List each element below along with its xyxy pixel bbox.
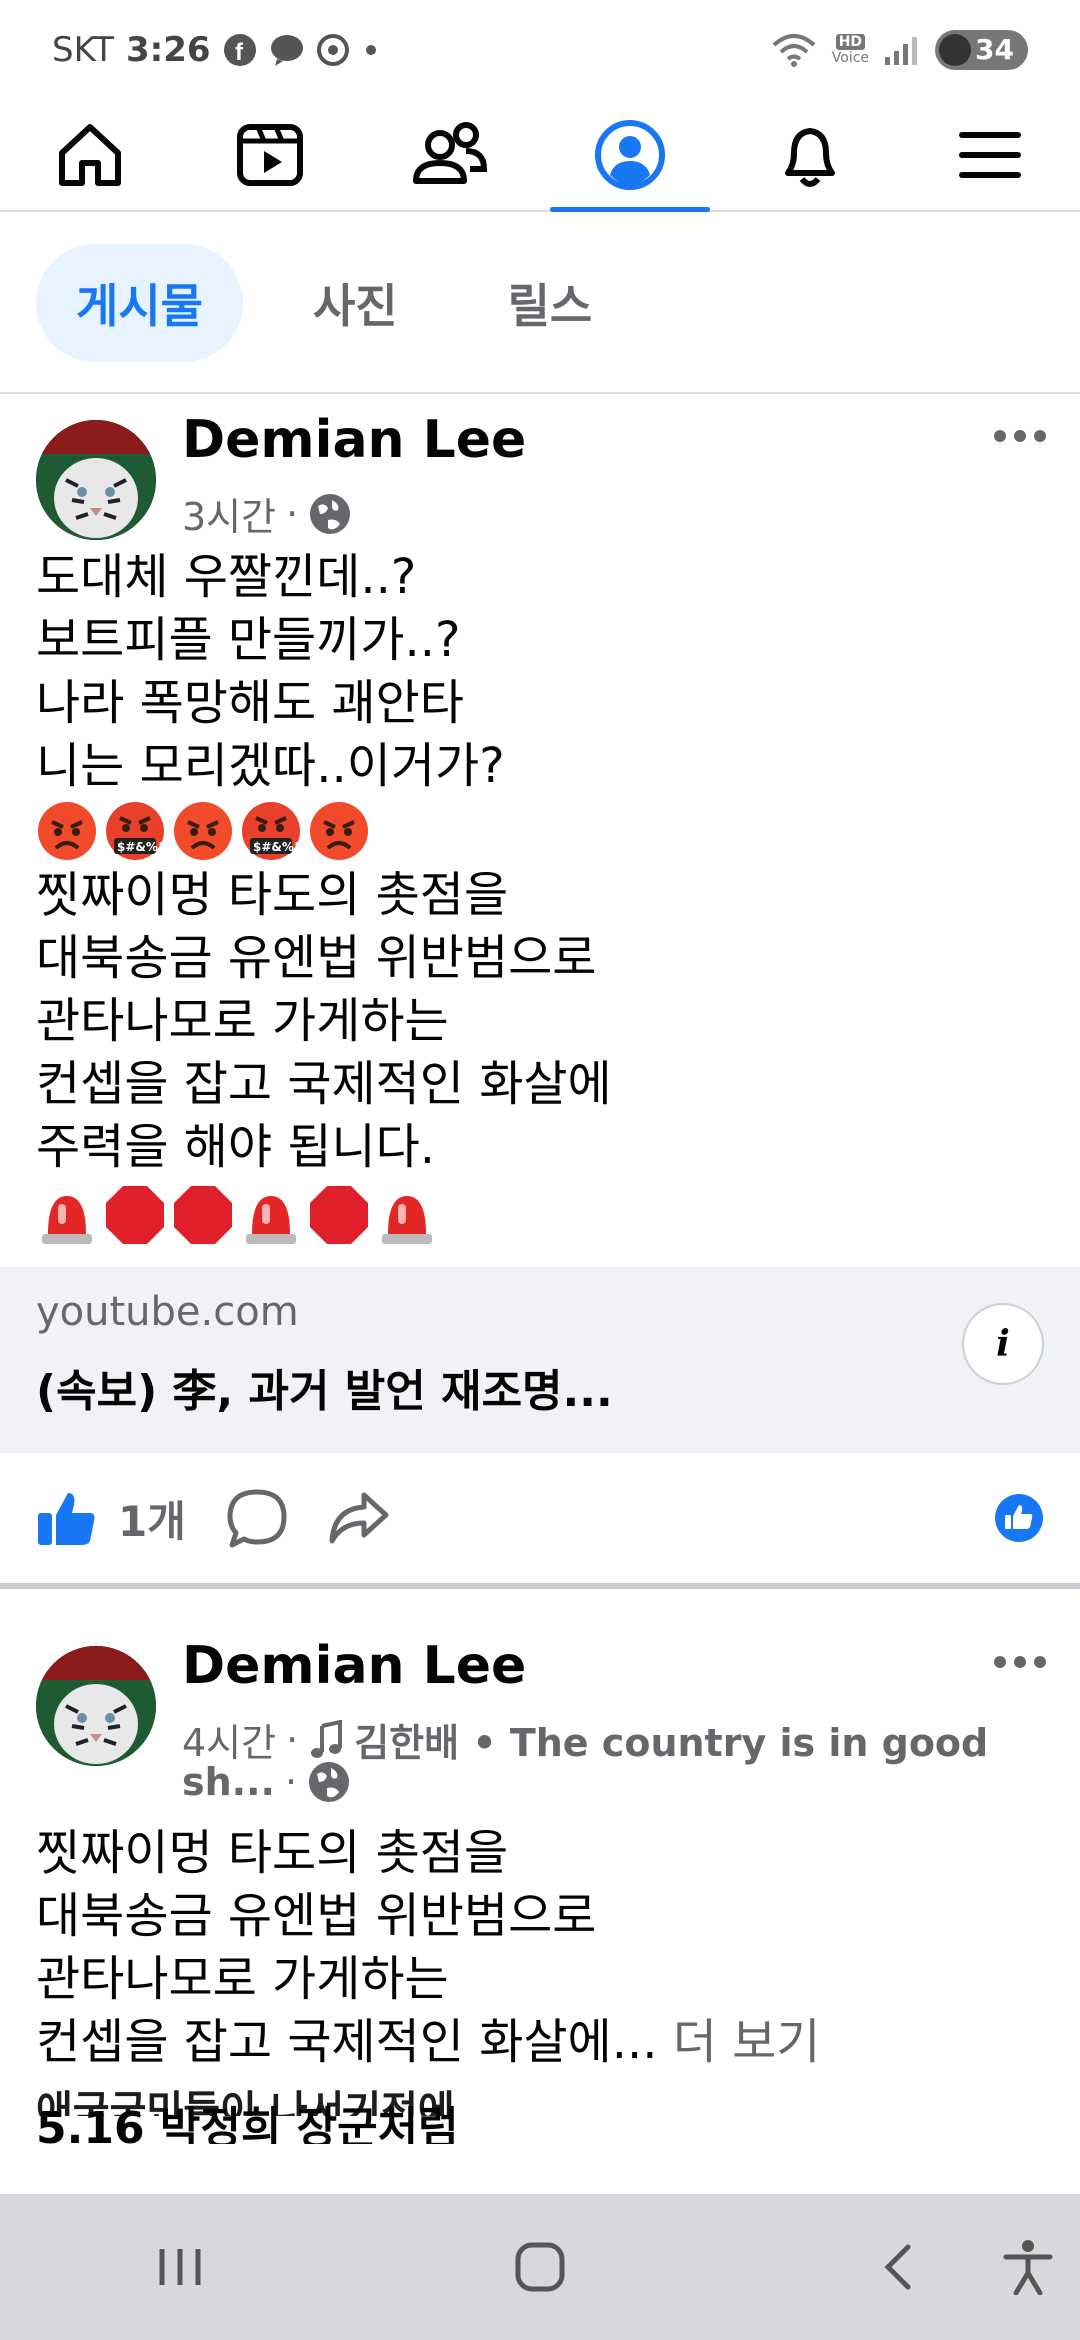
friends-icon — [413, 122, 488, 184]
video-icon — [237, 124, 303, 186]
post-line: 관타나모로 가게하는 — [36, 1951, 449, 2007]
status-bar: SKT 3:26 f HD Voice 34 — [0, 0, 1080, 100]
nav-home[interactable] — [0, 100, 180, 210]
post-time[interactable]: 4시간 — [182, 1712, 276, 1767]
info-icon: i — [996, 1323, 1010, 1365]
dot-icon — [365, 45, 376, 55]
nav-video[interactable] — [180, 100, 360, 210]
chrome-notification-icon — [316, 34, 349, 66]
stop-sign-icon — [174, 1186, 232, 1244]
home-icon — [59, 124, 121, 186]
back-icon[interactable] — [874, 2241, 926, 2293]
hd-voice-icon: HD Voice — [831, 34, 870, 66]
accessibility-icon[interactable] — [1002, 2239, 1054, 2295]
avatar[interactable] — [36, 1646, 156, 1766]
like-count[interactable]: 1개 — [118, 1488, 186, 1549]
tiger-avatar-image — [36, 420, 156, 540]
home-button-icon[interactable] — [514, 2241, 566, 2293]
post-line: 관타나모로 가게하는 — [36, 993, 449, 1049]
svg-text:$#&%!: $#&%! — [117, 840, 163, 854]
like-reaction-badge-icon[interactable] — [994, 1493, 1044, 1543]
post: Demian Lee 4시간 · 김한배 • The country is in… — [0, 1622, 1080, 2144]
siren-icon — [246, 1196, 296, 1244]
nav-profile[interactable] — [540, 100, 720, 212]
svg-text:$#&%!: $#&%! — [253, 840, 299, 854]
messenger-notification-icon — [270, 35, 303, 66]
top-navigation — [0, 100, 1080, 212]
bell-icon — [785, 128, 835, 187]
post-line: 찟짜이멍 타도의 촛점을 — [36, 1825, 509, 1881]
music-info-continued[interactable]: sh... — [182, 1760, 275, 1804]
profile-tabs: 게시물 사진 릴스 — [0, 214, 1080, 394]
see-more-link[interactable]: 더 보기 — [673, 2014, 821, 2070]
signal-icon — [885, 37, 918, 65]
more-options-icon[interactable] — [990, 416, 1050, 456]
siren-icon — [42, 1196, 92, 1244]
cursing-face-icon: $#&%! — [106, 802, 164, 860]
nav-friends[interactable] — [360, 100, 540, 210]
author-name[interactable]: Demian Lee — [182, 410, 526, 470]
angry-emoji-row: $#&%! $#&%! — [36, 798, 1044, 864]
post-line: 보트피플 만들끼가..? — [36, 612, 461, 668]
clock: 3:26 — [126, 30, 211, 70]
comment-icon[interactable] — [226, 1487, 288, 1549]
profile-icon — [595, 120, 665, 190]
post-line: 대북송금 유엔법 위반범으로 — [36, 1888, 597, 1944]
siren-icon — [382, 1196, 432, 1244]
facebook-notification-icon: f — [223, 34, 256, 66]
post-line: 대북송금 유엔법 위반범으로 — [36, 930, 597, 986]
tiger-avatar-image — [36, 1646, 156, 1766]
system-navigation-bar — [0, 2194, 1080, 2340]
carrier-label: SKT — [52, 30, 115, 70]
globe-icon — [309, 1762, 350, 1802]
stop-sign-icon — [310, 1186, 368, 1244]
tab-reels[interactable]: 릴스 — [468, 244, 633, 362]
menu-icon — [959, 132, 1021, 178]
link-domain: youtube.com — [36, 1289, 299, 1335]
post: Demian Lee 3시간 · 도대체 우짤낀데..? 보트피플 만들끼가..… — [0, 396, 1080, 1589]
angry-face-icon — [174, 802, 232, 860]
battery-indicator: 34 — [935, 30, 1028, 70]
svg-text:f: f — [235, 39, 244, 66]
post-line: 나라 폭망해도 괘안타 — [36, 675, 464, 731]
wifi-icon — [772, 34, 816, 67]
angry-face-icon — [310, 802, 368, 860]
post-line: 찟짜이멍 타도의 촛점을 — [36, 867, 509, 923]
link-title: (속보) 李, 과거 발언 재조명... — [36, 1366, 613, 1417]
nav-menu[interactable] — [900, 100, 1080, 210]
post-line: 컨셉을 잡고 국제적인 화살에... — [36, 2014, 658, 2070]
post-text: 도대체 우짤낀데..? 보트피플 만들끼가..? 나라 폭망해도 괘안타 니는 … — [0, 546, 1080, 1251]
info-button[interactable]: i — [962, 1303, 1044, 1385]
stop-sign-icon — [106, 1186, 164, 1244]
post-time[interactable]: 3시간 — [182, 486, 276, 541]
nav-notifications[interactable] — [720, 100, 900, 210]
like-icon[interactable] — [36, 1487, 98, 1549]
more-options-icon[interactable] — [990, 1642, 1050, 1682]
post-line: 주력을 해야 됩니다. — [36, 1119, 436, 1175]
post-line: 니는 모리겠따..이거가? — [36, 738, 505, 794]
tab-posts[interactable]: 게시물 — [36, 244, 243, 362]
music-info[interactable]: 김한배 • The country is in good — [354, 1712, 988, 1767]
tab-photos[interactable]: 사진 — [273, 244, 438, 362]
siren-emoji-row — [36, 1179, 1044, 1251]
post-line: 도대체 우짤낀데..? — [36, 549, 417, 605]
post-actions: 1개 — [0, 1453, 1080, 1589]
post-line-faded: 애국국민들이 나서기전에... — [36, 2088, 501, 2116]
music-note-icon — [311, 1719, 343, 1758]
share-icon[interactable] — [328, 1487, 390, 1549]
link-preview-card[interactable]: youtube.com (속보) 李, 과거 발언 재조명... i — [0, 1267, 1080, 1453]
globe-icon — [310, 493, 351, 534]
author-name[interactable]: Demian Lee — [182, 1636, 526, 1696]
angry-face-icon — [38, 802, 96, 860]
post-line: 컨셉을 잡고 국제적인 화살에 — [36, 1056, 612, 1112]
avatar[interactable] — [36, 420, 156, 540]
recent-apps-icon[interactable] — [154, 2241, 206, 2293]
post-text: 찟짜이멍 타도의 촛점을 대북송금 유엔법 위반범으로 관타나모로 가게하는 컨… — [0, 1822, 1080, 2144]
cursing-face-icon: $#&%! — [242, 802, 300, 860]
